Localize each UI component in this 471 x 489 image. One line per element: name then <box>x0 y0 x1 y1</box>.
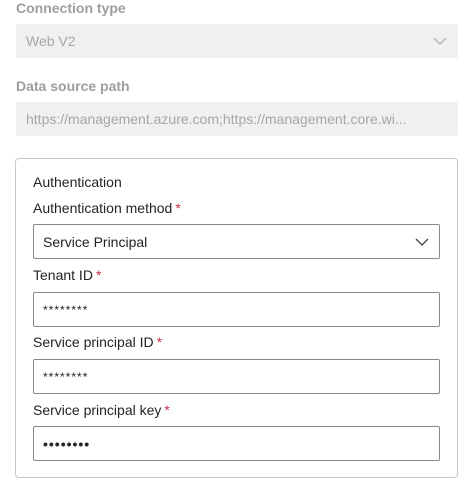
service-principal-id-label-text: Service principal ID <box>33 334 154 350</box>
tenant-id-value: ******** <box>43 302 89 317</box>
connection-type-label: Connection type <box>16 0 126 16</box>
authentication-method-dropdown[interactable]: Service Principal <box>33 224 440 259</box>
connection-settings-panel: Connection type Web V2 Data source path … <box>0 0 471 489</box>
authentication-method-label: Authentication method * <box>33 200 181 216</box>
tenant-id-label: Tenant ID * <box>33 267 101 283</box>
authentication-method-label-text: Authentication method <box>33 200 173 216</box>
connection-type-dropdown: Web V2 <box>16 24 458 58</box>
authentication-method-value: Service Principal <box>43 233 148 250</box>
service-principal-id-value: ******** <box>43 369 89 384</box>
required-marker: * <box>156 334 163 350</box>
authentication-section: Authentication Authentication method * Se… <box>15 158 458 478</box>
data-source-path-value: https://management.azure.com;https://man… <box>26 111 407 127</box>
required-marker: * <box>95 267 102 283</box>
required-marker: * <box>164 402 170 418</box>
tenant-id-label-text: Tenant ID <box>33 267 93 283</box>
service-principal-key-input[interactable]: •••••••• <box>33 426 440 461</box>
data-source-path-label: Data source path <box>16 78 130 94</box>
service-principal-id-label: Service principal ID * <box>33 334 162 350</box>
connection-type-value: Web V2 <box>26 33 76 49</box>
service-principal-key-value: •••••••• <box>43 435 91 452</box>
chevron-down-icon <box>414 234 430 250</box>
chevron-down-icon <box>432 33 448 49</box>
required-marker: * <box>175 200 181 216</box>
authentication-title: Authentication <box>33 174 122 190</box>
service-principal-key-label-text: Service principal key <box>33 402 162 418</box>
tenant-id-input[interactable]: ******** <box>33 292 440 327</box>
service-principal-id-input[interactable]: ******** <box>33 359 440 394</box>
data-source-path-field: https://management.azure.com;https://man… <box>16 102 458 136</box>
service-principal-key-label: Service principal key * <box>33 402 170 418</box>
